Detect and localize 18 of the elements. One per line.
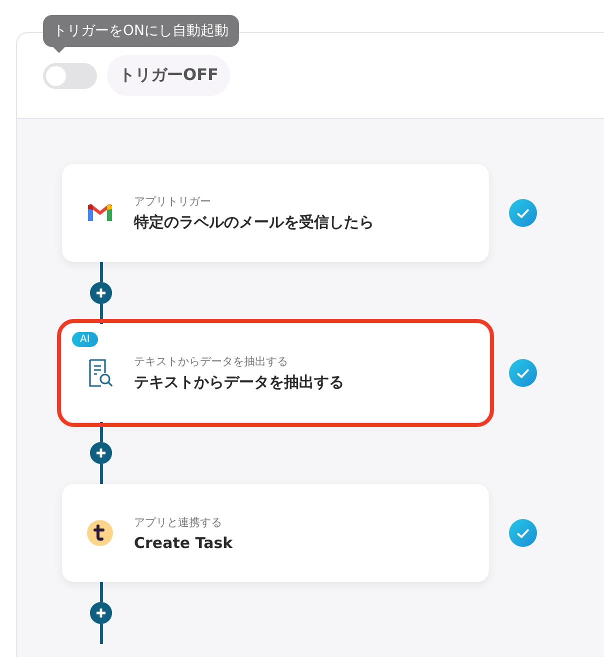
step-title: Create Task <box>134 534 233 552</box>
trigger-toggle[interactable] <box>43 62 97 88</box>
ai-badge: AI <box>72 332 98 347</box>
app-logo-icon <box>84 517 116 549</box>
add-step-button[interactable] <box>90 442 112 464</box>
trigger-status: トリガーOFF <box>107 55 230 96</box>
add-step-button[interactable] <box>90 602 112 624</box>
step-title: 特定のラベルのメールを受信したら <box>134 213 374 232</box>
step-card[interactable]: AI テキストからデータを抽出する テキストからデータを抽出する <box>62 324 489 422</box>
step-card[interactable]: アプリトリガー 特定のラベルのメールを受信したら <box>62 164 489 262</box>
step-label: テキストからデータを抽出する <box>134 354 289 369</box>
tooltip: トリガーをONにし自動起動 <box>43 15 238 47</box>
tooltip-pointer-icon <box>53 47 65 53</box>
step-card[interactable]: アプリと連携する Create Task <box>62 484 489 582</box>
step-title: テキストからデータを抽出する <box>134 373 344 392</box>
step-label: アプリと連携する <box>134 514 223 530</box>
add-step-button[interactable] <box>90 282 112 304</box>
step-label: アプリトリガー <box>134 194 212 209</box>
